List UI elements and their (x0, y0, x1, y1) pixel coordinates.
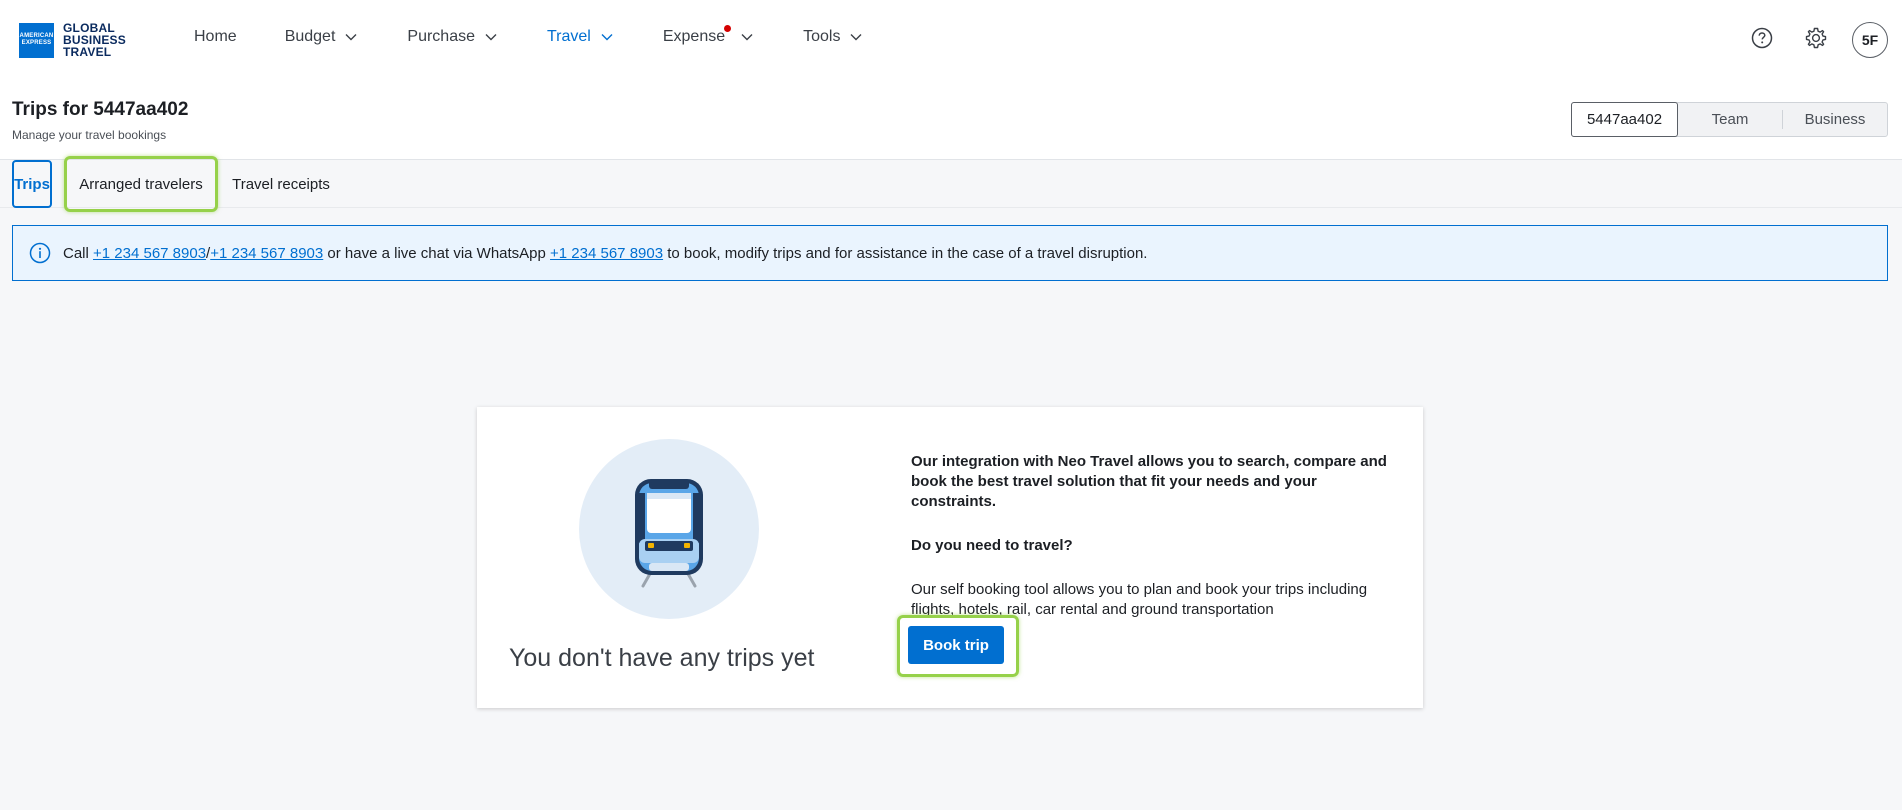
amex-gbt-logo[interactable]: AMERICAN EXPRESS GLOBAL BUSINESS TRAVEL (19, 22, 126, 58)
tab-arranged-travelers[interactable]: Arranged travelers (64, 156, 218, 212)
logo-text-line-3: TRAVEL (63, 45, 112, 59)
main-nav: Home Budget Purchase Travel Expense Tool… (194, 25, 912, 46)
top-navigation-bar: AMERICAN EXPRESS GLOBAL BUSINESS TRAVEL … (0, 0, 1902, 80)
nav-label-budget: Budget (284, 28, 336, 45)
nav-item-home[interactable]: Home (194, 28, 237, 46)
nav-label-expense: Expense (662, 28, 726, 45)
scope-option-business[interactable]: Business (1783, 103, 1887, 136)
nav-item-expense[interactable]: Expense (662, 25, 755, 46)
tab-travel-receipts[interactable]: Travel receipts (228, 160, 334, 208)
top-right-actions: 5F (1744, 22, 1888, 58)
support-info-banner: Call +1 234 567 8903 / +1 234 567 8903 o… (12, 225, 1888, 281)
trips-tabs: Trips Arranged travelers Travel receipts (0, 156, 1902, 212)
nav-label-home: Home (194, 28, 237, 45)
intro-brand: Neo Travel (1057, 453, 1134, 470)
banner-text-prefix: Call (63, 244, 94, 262)
page-title: Trips for 5447aa402 (12, 99, 189, 120)
book-trip-highlight: Book trip (897, 615, 1019, 677)
intro-before: Our integration with (911, 453, 1058, 470)
notification-dot (723, 25, 731, 32)
logo-badge-line-1: AMERICAN (19, 33, 54, 39)
nav-item-budget[interactable]: Budget (285, 28, 360, 46)
nav-item-travel[interactable]: Travel (547, 28, 615, 46)
user-avatar[interactable]: 5F (1852, 22, 1888, 58)
info-circle-icon (29, 242, 51, 264)
nav-item-purchase[interactable]: Purchase (407, 28, 499, 46)
scope-option-team[interactable]: Team (1678, 103, 1782, 136)
nav-label-purchase: Purchase (407, 28, 475, 45)
scope-switcher: 5447aa402 Team Business (1571, 102, 1888, 137)
train-illustration (579, 439, 759, 619)
empty-trips-card: You don't have any trips yet Our integra… (477, 407, 1423, 708)
book-trip-button[interactable]: Book trip (908, 626, 1004, 664)
chevron-down-icon (739, 29, 755, 45)
whatsapp-phone-link[interactable]: +1 234 567 8903 (550, 245, 663, 262)
phone-link-1[interactable]: +1 234 567 8903 (93, 245, 206, 262)
chevron-down-icon (483, 29, 499, 45)
gear-icon (1804, 26, 1828, 55)
question-circle-icon (1751, 27, 1773, 54)
scope-option-personal[interactable]: 5447aa402 (1571, 102, 1678, 137)
chevron-down-icon (599, 29, 615, 45)
help-button[interactable] (1744, 22, 1780, 58)
empty-state-title: You don't have any trips yet (509, 644, 815, 672)
chevron-down-icon (848, 29, 864, 45)
nav-label-travel: Travel (547, 28, 591, 45)
banner-text-middle: or have a live chat via WhatsApp (323, 244, 551, 262)
logo-wordmark: GLOBAL BUSINESS TRAVEL (63, 22, 126, 58)
nav-item-tools[interactable]: Tools (803, 28, 864, 46)
page-header: Trips for 5447aa402 Manage your travel b… (0, 80, 1902, 160)
amex-badge-icon: AMERICAN EXPRESS (19, 22, 54, 58)
travel-question: Do you need to travel? (911, 537, 1073, 554)
logo-badge-line-2: EXPRESS (21, 40, 52, 46)
phone-link-2[interactable]: +1 234 567 8903 (210, 245, 323, 262)
nav-label-tools: Tools (803, 28, 841, 45)
settings-button[interactable] (1798, 22, 1834, 58)
train-icon (635, 479, 703, 588)
self-booking-description: Our self booking tool allows you to plan… (911, 581, 1368, 618)
banner-text-suffix: to book, modify trips and for assistance… (663, 244, 1148, 262)
integration-intro: Our integration with Neo Travel allows y… (911, 452, 1391, 512)
chevron-down-icon (343, 29, 359, 45)
tab-trips[interactable]: Trips (12, 160, 52, 208)
page-subtitle: Manage your travel bookings (12, 128, 167, 142)
